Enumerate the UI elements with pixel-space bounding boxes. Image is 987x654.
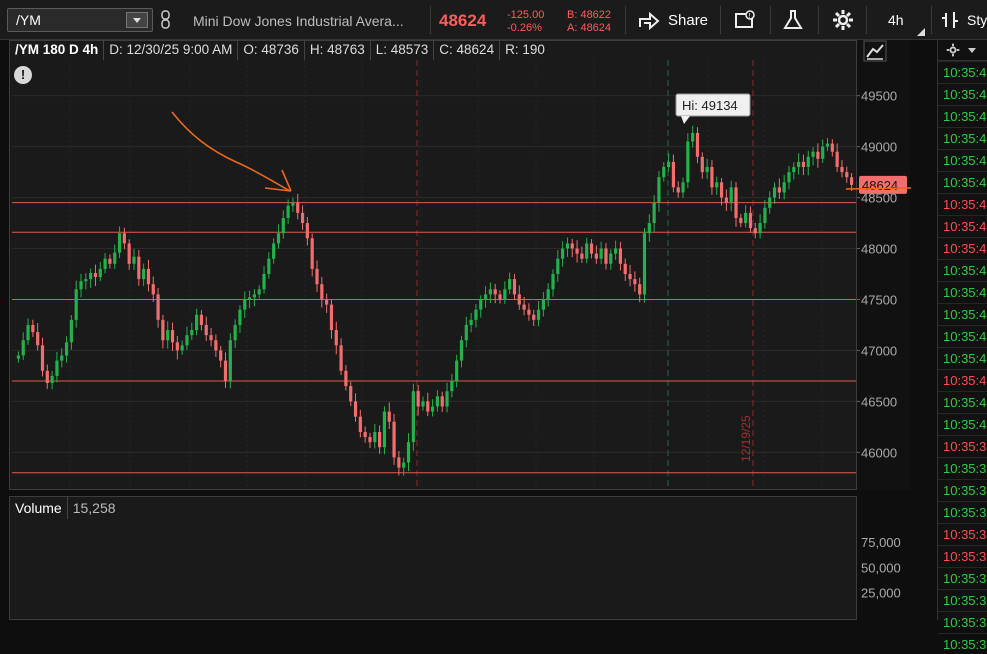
tape-row: 10:35:3 <box>938 523 987 544</box>
ask-price: A: 48624 <box>567 22 612 34</box>
tape-row: 10:35:4 <box>938 391 987 412</box>
last-price: 48624 <box>439 11 487 30</box>
volume-header: Volume 15,258 <box>10 497 121 519</box>
timeframe-dropdown-icon <box>917 28 925 36</box>
timeframe-selector[interactable]: 4h <box>888 12 904 28</box>
tape-row: 10:35:4 <box>938 413 987 434</box>
toolbar: /YM Mini Dow Jones Industrial Avera... 4… <box>0 0 987 40</box>
bar-high: H: 48763 <box>305 40 371 60</box>
net-change: -125.00 <box>507 9 545 21</box>
tape-row: 10:35:4 <box>938 215 987 236</box>
tape-dropdown-icon[interactable] <box>968 48 976 53</box>
chart-symbol-header: /YM 180 D 4h <box>10 40 105 60</box>
tape-row: 10:35:3 <box>938 567 987 588</box>
tape-row: 10:35:4 <box>938 105 987 126</box>
tape-row: 10:35:3 <box>938 589 987 610</box>
divider <box>770 6 771 34</box>
divider <box>625 6 626 34</box>
share-icon[interactable] <box>638 10 660 30</box>
volume-tick-label: 25,000 <box>861 586 901 601</box>
tape-row: 10:35:3 <box>938 479 987 500</box>
percent-change: -0.26% <box>507 22 542 34</box>
tape-settings-icon[interactable] <box>946 43 960 57</box>
volume-panel[interactable] <box>9 496 857 620</box>
tape-row: 10:35:4 <box>938 149 987 170</box>
tape-row: 10:35:4 <box>938 281 987 302</box>
price-chart-panel[interactable] <box>9 40 857 490</box>
volume-value: 15,258 <box>72 500 116 516</box>
time-and-sales-panel[interactable]: 10:35:4 10:35:4 10:35:4 10:35:4 10:35:4 10:35… <box>937 40 987 652</box>
bar-close: C: 48624 <box>434 40 501 60</box>
tape-row: 10:35:4 <box>938 369 987 390</box>
tape-row: 10:35:4 <box>938 325 987 346</box>
tape-row: 10:35:4 <box>938 61 987 82</box>
tape-row: 10:35:3 <box>938 633 987 654</box>
tape-row: 10:35:4 <box>938 171 987 192</box>
tape-row: 10:35:3 <box>938 545 987 566</box>
tape-row: 10:35:3 <box>938 501 987 522</box>
warning-icon[interactable]: ! <box>14 66 32 84</box>
tape-row: 10:35:3 <box>938 435 987 456</box>
link-icon[interactable] <box>158 10 174 30</box>
tape-row: 10:35:3 <box>938 457 987 478</box>
tape-row: 10:35:3 <box>938 611 987 632</box>
symbol-description: Mini Dow Jones Industrial Avera... <box>193 13 404 29</box>
divider <box>866 6 867 34</box>
tape-row: 10:35:4 <box>938 237 987 258</box>
alert-icon[interactable]: ! <box>734 9 756 31</box>
bar-date: D: 12/30/25 9:00 AM <box>104 40 239 60</box>
style-icon[interactable] <box>940 9 960 31</box>
chart-info-bar: /YM 180 D 4h D: 12/30/25 9:00 AM O: 4873… <box>10 40 550 60</box>
tape-row: 10:35:4 <box>938 83 987 104</box>
style-menu[interactable]: Sty <box>967 12 987 28</box>
price-axis[interactable] <box>857 40 910 490</box>
tape-row: 10:35:4 <box>938 127 987 148</box>
divider <box>818 6 819 34</box>
tape-row: 10:35:4 <box>938 193 987 214</box>
volume-tick-label: 50,000 <box>861 560 901 575</box>
tape-row: 10:35:4 <box>938 259 987 280</box>
divider <box>720 6 721 34</box>
flask-icon[interactable] <box>782 9 804 31</box>
volume-label: Volume <box>10 497 68 519</box>
share-button[interactable]: Share <box>668 12 708 29</box>
svg-text:!: ! <box>748 12 751 20</box>
symbol-dropdown-button[interactable] <box>126 12 148 28</box>
divider <box>430 6 431 34</box>
symbol-selector[interactable]: /YM <box>7 8 153 32</box>
divider <box>931 6 932 34</box>
bid-price: B: 48622 <box>567 9 612 21</box>
tape-row: 10:35:4 <box>938 303 987 324</box>
tape-row: 10:35:4 <box>938 347 987 368</box>
bar-range: R: 190 <box>505 42 545 57</box>
gear-icon[interactable] <box>832 9 854 31</box>
symbol-text: /YM <box>16 12 41 28</box>
bar-low: L: 48573 <box>371 40 435 60</box>
tape-header <box>938 40 987 61</box>
bar-open: O: 48736 <box>238 40 305 60</box>
volume-tick-label: 75,000 <box>861 535 901 550</box>
autoscale-icon[interactable] <box>863 40 887 62</box>
